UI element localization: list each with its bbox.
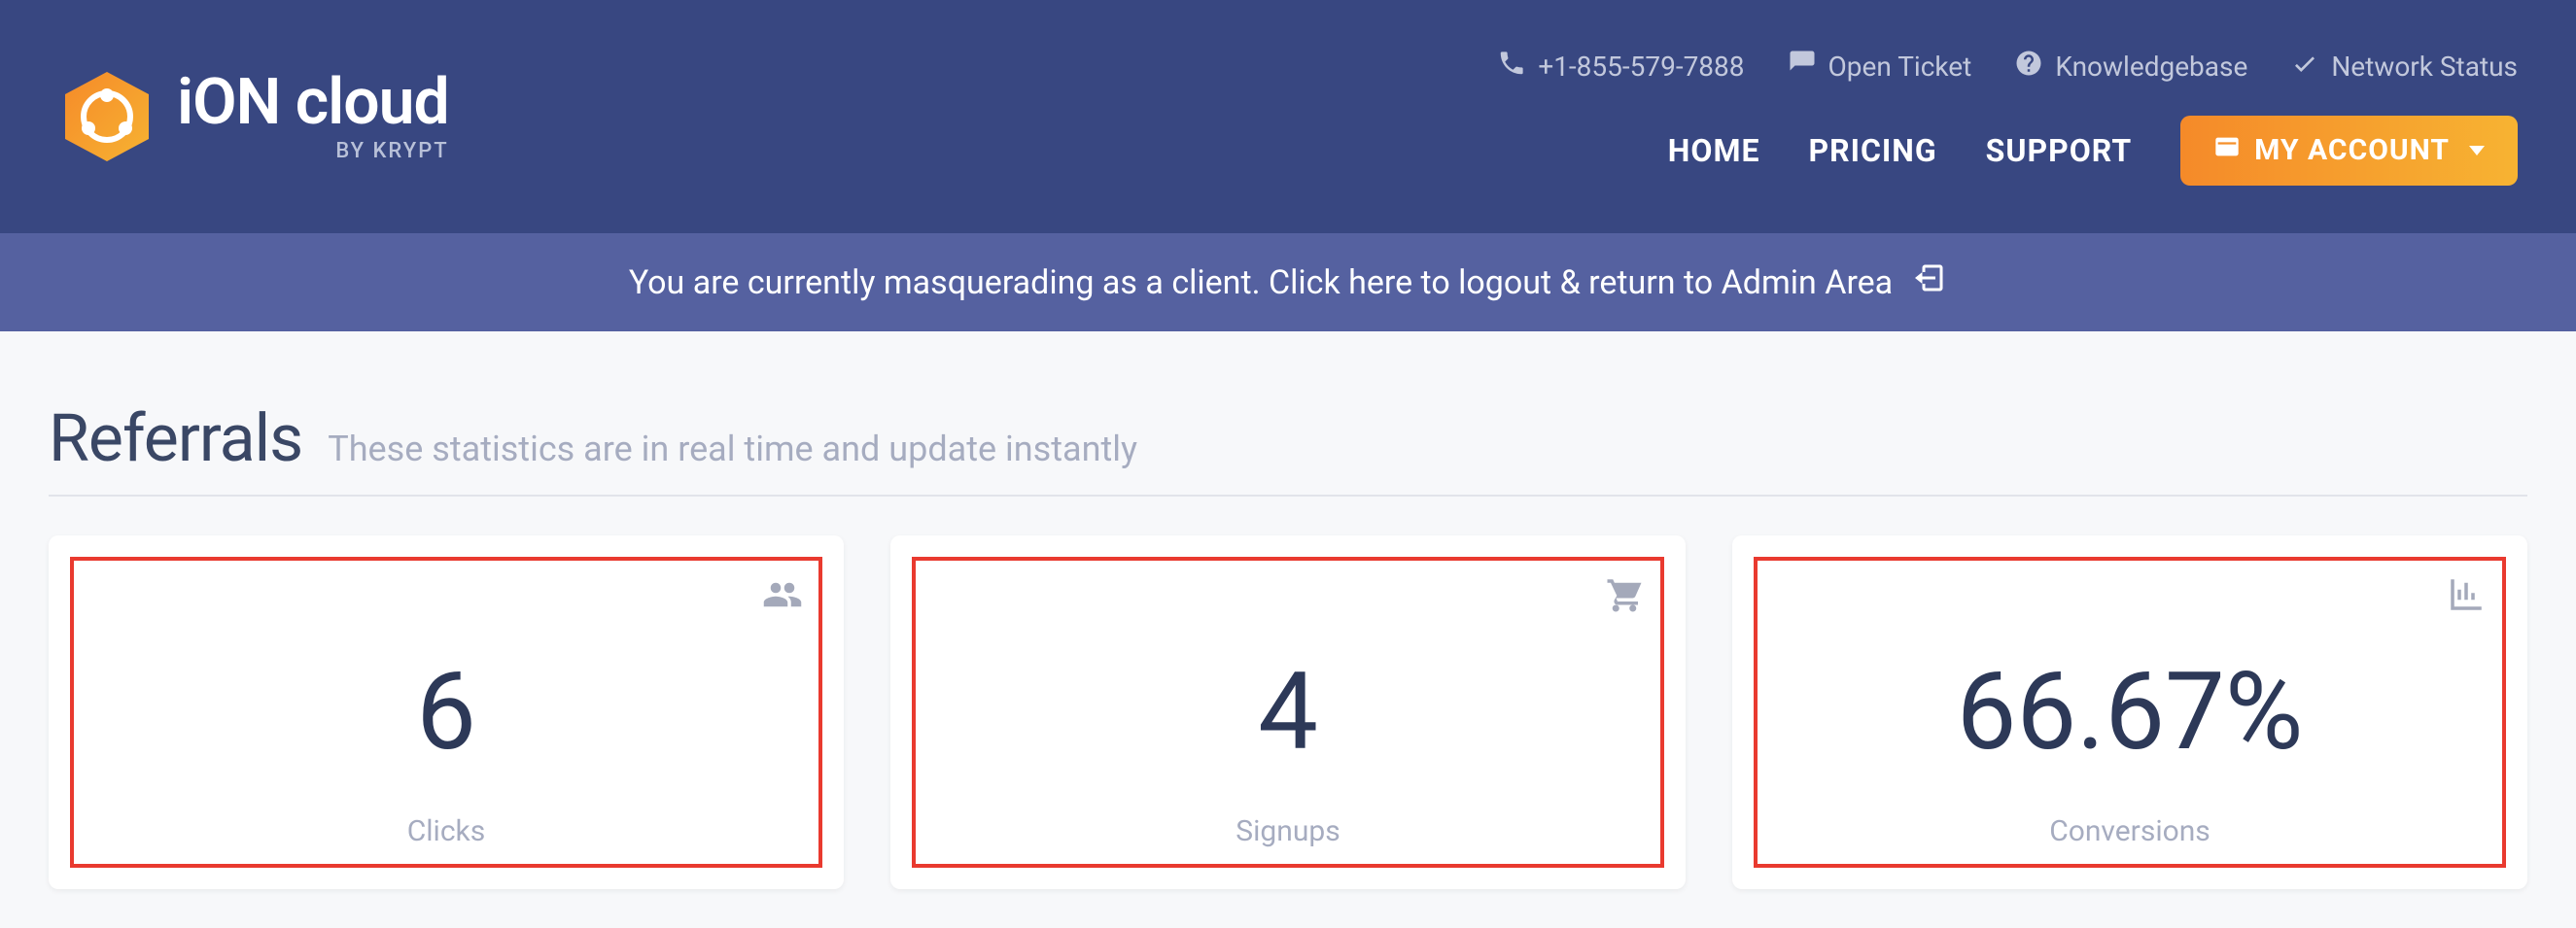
stat-inner: 6 Clicks [70, 557, 822, 868]
nav-pricing[interactable]: PRICING [1808, 132, 1936, 169]
page-content: Referrals These statistics are in real t… [0, 331, 2576, 928]
clicks-value: 6 [416, 659, 476, 766]
main-nav: HOME PRICING SUPPORT MY ACCOUNT [1668, 116, 2518, 186]
cart-icon [1604, 574, 1645, 619]
open-ticket-text: Open Ticket [1828, 51, 1972, 83]
question-icon [2014, 49, 2043, 85]
comment-icon [1788, 49, 1817, 85]
my-account-label: MY ACCOUNT [2254, 133, 2450, 167]
chevron-down-icon [2469, 146, 2485, 155]
stat-inner: 4 Signups [912, 557, 1664, 868]
card-icon [2213, 133, 2241, 168]
logout-icon [1912, 260, 1947, 304]
logo-icon [58, 68, 156, 165]
page-heading: Referrals These statistics are in real t… [49, 399, 2527, 497]
signups-value: 4 [1258, 659, 1318, 766]
phone-link[interactable]: +1-855-579-7888 [1497, 49, 1744, 85]
network-status-link[interactable]: Network Status [2290, 49, 2518, 85]
stat-inner: 66.67% Conversions [1754, 557, 2506, 868]
stat-card-clicks[interactable]: 6 Clicks [49, 535, 844, 889]
bar-chart-icon [2446, 574, 2487, 619]
signups-label: Signups [1236, 814, 1340, 848]
page-subtitle: These statistics are in real time and up… [328, 429, 1137, 469]
stat-card-conversions[interactable]: 66.67% Conversions [1732, 535, 2527, 889]
phone-icon [1497, 49, 1526, 85]
knowledgebase-link[interactable]: Knowledgebase [2014, 49, 2247, 85]
open-ticket-link[interactable]: Open Ticket [1788, 49, 1972, 85]
brand-title: iON cloud [177, 71, 449, 135]
top-links: +1-855-579-7888 Open Ticket Knowledgebas… [1497, 49, 2518, 85]
conversions-label: Conversions [2049, 814, 2210, 848]
brand-logo[interactable]: iON cloud BY KRYPT [58, 68, 449, 165]
masquerade-banner[interactable]: You are currently masquerading as a clie… [0, 233, 2576, 331]
masquerade-text: You are currently masquerading as a clie… [629, 263, 1893, 302]
page-title: Referrals [49, 399, 302, 477]
stat-card-signups[interactable]: 4 Signups [890, 535, 1686, 889]
knowledgebase-text: Knowledgebase [2055, 51, 2247, 83]
phone-text: +1-855-579-7888 [1538, 51, 1744, 83]
conversions-value: 66.67% [1957, 659, 2304, 766]
network-status-text: Network Status [2331, 51, 2518, 83]
my-account-button[interactable]: MY ACCOUNT [2180, 116, 2518, 186]
users-icon [762, 574, 803, 619]
brand-subtitle: BY KRYPT [177, 139, 449, 163]
main-header: iON cloud BY KRYPT +1-855-579-7888 Open … [0, 0, 2576, 233]
check-icon [2290, 49, 2319, 85]
header-right: +1-855-579-7888 Open Ticket Knowledgebas… [1497, 49, 2518, 186]
brand-text: iON cloud BY KRYPT [177, 71, 449, 163]
stats-row: 6 Clicks 4 Signups 66.67% Conversions [49, 535, 2527, 889]
nav-home[interactable]: HOME [1668, 132, 1760, 169]
clicks-label: Clicks [407, 814, 486, 848]
nav-support[interactable]: SUPPORT [1986, 132, 2133, 169]
